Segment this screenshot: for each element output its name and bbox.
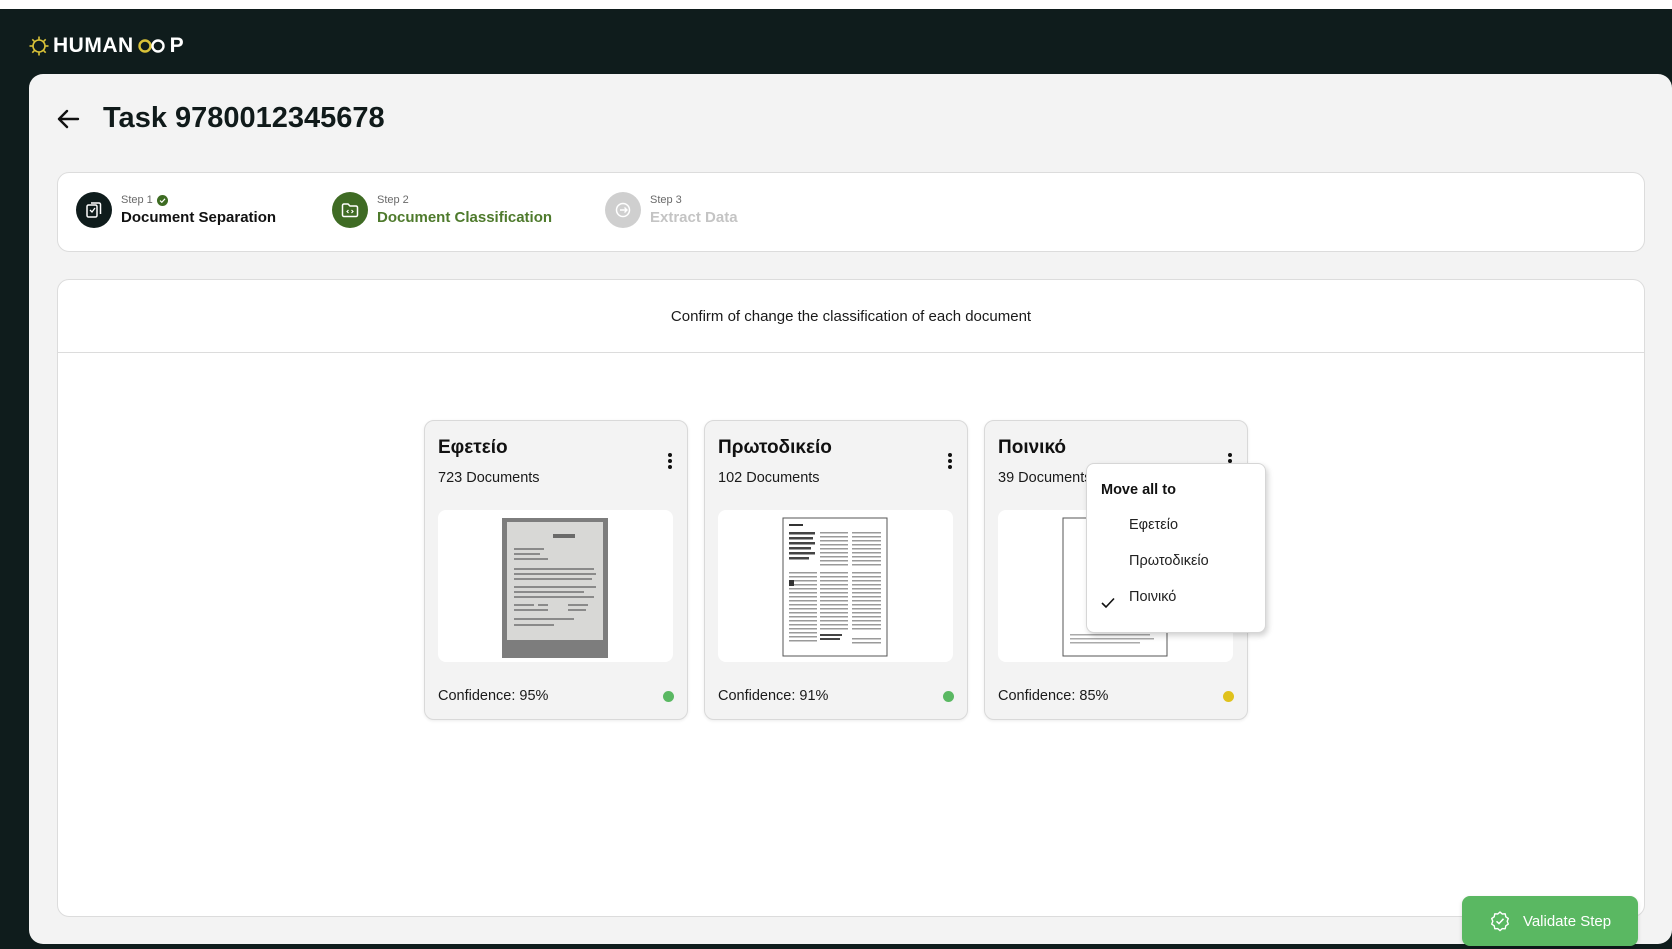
step-2-circle [332,192,368,228]
category-card-protodikeio[interactable]: Πρωτοδικείο 102 Documents Confidence: 91… [704,420,968,720]
menu-item-protodikeio[interactable]: Πρωτοδικείο [1129,553,1209,569]
instruction-text: Confirm of change the classification of … [58,280,1644,353]
more-options-icon[interactable] [663,451,677,471]
app-frame: HUMAN P Task 9780012345678 Step 1 Docume… [0,9,1672,949]
category-card-efeteio[interactable]: Εφετείο 723 Documents Confidence: 95% [424,420,688,720]
page-title: Task 9780012345678 [103,102,385,134]
step-3-meta: Step 3 [650,194,682,206]
confidence-label: Confidence: 85% [998,688,1109,704]
confidence-status-dot [663,691,674,702]
step-3-circle [605,192,641,228]
humancoop-logo: HUMAN P [28,34,185,57]
document-count: 102 Documents [718,470,820,486]
confidence-status-dot [1223,691,1234,702]
step-document-classification[interactable]: Step 2 Document Classification [332,192,552,228]
step-1-circle [76,192,112,228]
step-3-title: Extract Data [650,209,738,226]
move-all-to-menu: Move all to Εφετείο Πρωτοδικείο Ποινικό [1086,463,1266,633]
validate-step-label: Validate Step [1522,912,1612,930]
confidence-label: Confidence: 91% [718,688,829,704]
confidence-status-dot [943,691,954,702]
step-2-meta: Step 2 [377,194,409,206]
classification-panel: Confirm of change the classification of … [57,279,1645,917]
step-document-separation[interactable]: Step 1 Document Separation [76,192,276,228]
document-count: 39 Documents [998,470,1092,486]
document-count: 723 Documents [438,470,540,486]
infinity-logo-icon [137,39,165,53]
stepper: Step 1 Document Separation Step 2 Docume… [57,172,1645,252]
article-page-thumbnail [782,517,888,657]
validate-step-button[interactable]: Validate Step [1462,896,1638,946]
logo-text-left: HUMAN [53,34,134,57]
menu-heading: Move all to [1101,482,1176,498]
step-2-title: Document Classification [377,209,553,226]
folder-code-icon [341,203,359,218]
more-options-icon[interactable] [943,451,957,471]
confidence-label: Confidence: 95% [438,688,549,704]
documents-icon [86,202,102,218]
back-arrow-icon[interactable] [55,106,81,132]
checkmark-icon [1101,597,1115,609]
category-title: Πρωτοδικείο [718,437,832,458]
document-preview[interactable] [438,510,673,662]
menu-item-poiniko[interactable]: Ποινικό [1129,589,1176,605]
menu-item-efeteio[interactable]: Εφετείο [1129,517,1178,533]
page-header: Task 9780012345678 [55,102,385,135]
category-title: Εφετείο [438,437,508,458]
category-title: Ποινικό [998,437,1067,458]
main-panel: Task 9780012345678 Step 1 Document Separ… [29,74,1672,946]
logo-text-right: P [169,34,185,57]
step-1-meta: Step 1 [121,194,153,206]
export-icon [615,202,631,218]
document-preview[interactable] [718,510,953,662]
step-extract-data[interactable]: Step 3 Extract Data [605,192,738,228]
step-1-title: Document Separation [121,209,277,226]
badge-check-icon [1490,911,1509,932]
scanned-letter-thumbnail [502,518,608,658]
check-circle-icon [156,194,168,206]
gear-logo-icon [29,36,49,56]
